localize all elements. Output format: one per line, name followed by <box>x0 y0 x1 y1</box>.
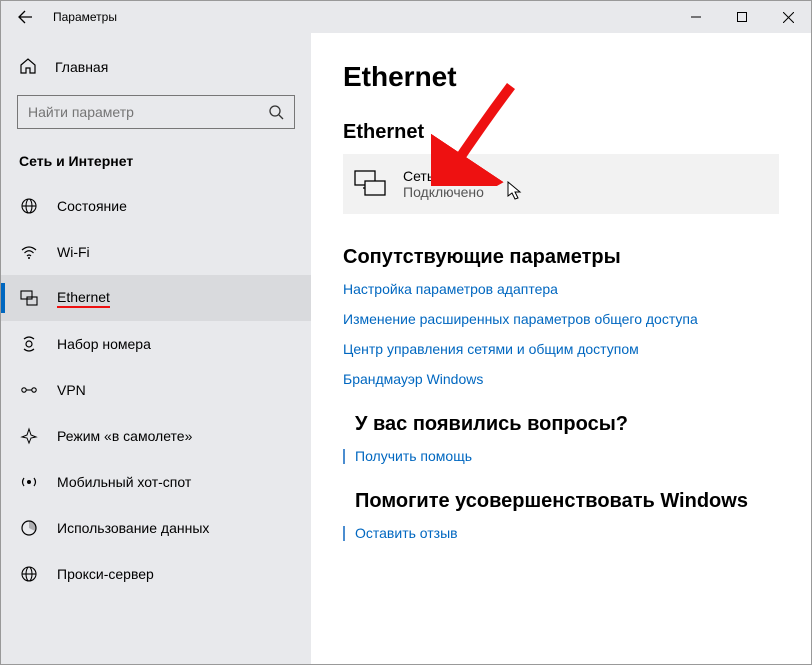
network-name: Сеть <box>403 168 484 184</box>
close-button[interactable] <box>765 1 811 33</box>
search-button[interactable] <box>258 104 294 120</box>
section-improve: Помогите усовершенствовать Windows Остав… <box>343 490 779 541</box>
section-help: У вас появились вопросы? Получить помощь <box>343 413 779 464</box>
search-box[interactable] <box>17 95 295 129</box>
vpn-icon <box>19 380 39 400</box>
back-arrow-icon <box>17 9 33 25</box>
sidebar-item-label: Использование данных <box>57 520 209 536</box>
network-card[interactable]: Сеть Подключено <box>343 154 779 214</box>
network-status: Подключено <box>403 184 484 200</box>
airplane-icon <box>19 426 39 446</box>
minimize-icon <box>691 12 701 22</box>
related-heading: Сопутствующие параметры <box>343 246 779 269</box>
sidebar-item-label: Ethernet <box>57 289 110 308</box>
sidebar-item-hotspot[interactable]: Мобильный хот-спот <box>1 459 311 505</box>
link-adapter-settings[interactable]: Настройка параметров адаптера <box>343 281 779 297</box>
help-heading: У вас появились вопросы? <box>355 413 779 436</box>
improve-heading: Помогите усовершенствовать Windows <box>355 490 779 513</box>
link-feedback[interactable]: Оставить отзыв <box>355 525 779 541</box>
close-icon <box>783 12 794 23</box>
sidebar-item-label: Мобильный хот-спот <box>57 474 191 490</box>
maximize-button[interactable] <box>719 1 765 33</box>
sidebar-item-datausage[interactable]: Использование данных <box>1 505 311 551</box>
network-text: Сеть Подключено <box>403 168 484 200</box>
page-title: Ethernet <box>343 61 779 93</box>
sidebar-item-status[interactable]: Состояние <box>1 183 311 229</box>
section-ethernet-heading: Ethernet <box>343 121 779 144</box>
sidebar: Главная Сеть и Интернет Состояние Wi-Fi … <box>1 33 311 664</box>
search-icon <box>268 104 284 120</box>
sidebar-item-label: VPN <box>57 382 86 398</box>
sidebar-category: Сеть и Интернет <box>1 147 311 183</box>
sidebar-item-proxy[interactable]: Прокси-сервер <box>1 551 311 597</box>
sidebar-item-vpn[interactable]: VPN <box>1 367 311 413</box>
dialup-icon <box>19 334 39 354</box>
link-network-center[interactable]: Центр управления сетями и общим доступом <box>343 341 779 357</box>
content: Ethernet Ethernet Сеть Подключено Сопутс… <box>311 33 811 664</box>
sidebar-item-label: Состояние <box>57 198 127 214</box>
back-button[interactable] <box>1 1 49 33</box>
proxy-icon <box>19 564 39 584</box>
home-icon <box>19 57 37 78</box>
ethernet-icon <box>19 288 39 308</box>
sidebar-item-ethernet[interactable]: Ethernet <box>1 275 311 321</box>
main-area: Главная Сеть и Интернет Состояние Wi-Fi … <box>1 33 811 664</box>
link-sharing-options[interactable]: Изменение расширенных параметров общего … <box>343 311 779 327</box>
sidebar-home-label: Главная <box>55 59 108 75</box>
link-get-help[interactable]: Получить помощь <box>355 448 779 464</box>
maximize-icon <box>737 12 747 22</box>
network-monitor-icon <box>349 169 391 199</box>
sidebar-item-wifi[interactable]: Wi-Fi <box>1 229 311 275</box>
section-related: Сопутствующие параметры Настройка параме… <box>343 246 779 387</box>
sidebar-home[interactable]: Главная <box>1 45 311 89</box>
sidebar-item-airplane[interactable]: Режим «в самолете» <box>1 413 311 459</box>
sidebar-item-label: Wi-Fi <box>57 244 90 260</box>
datausage-icon <box>19 518 39 538</box>
hotspot-icon <box>19 472 39 492</box>
sidebar-item-dialup[interactable]: Набор номера <box>1 321 311 367</box>
minimize-button[interactable] <box>673 1 719 33</box>
titlebar: Параметры <box>1 1 811 33</box>
sidebar-item-label: Прокси-сервер <box>57 566 154 582</box>
search-input[interactable] <box>18 104 258 120</box>
sidebar-item-label: Режим «в самолете» <box>57 428 192 444</box>
wifi-icon <box>19 242 39 262</box>
link-firewall[interactable]: Брандмауэр Windows <box>343 371 779 387</box>
globe-icon <box>19 196 39 216</box>
sidebar-item-label: Набор номера <box>57 336 151 352</box>
window-title: Параметры <box>49 10 673 24</box>
